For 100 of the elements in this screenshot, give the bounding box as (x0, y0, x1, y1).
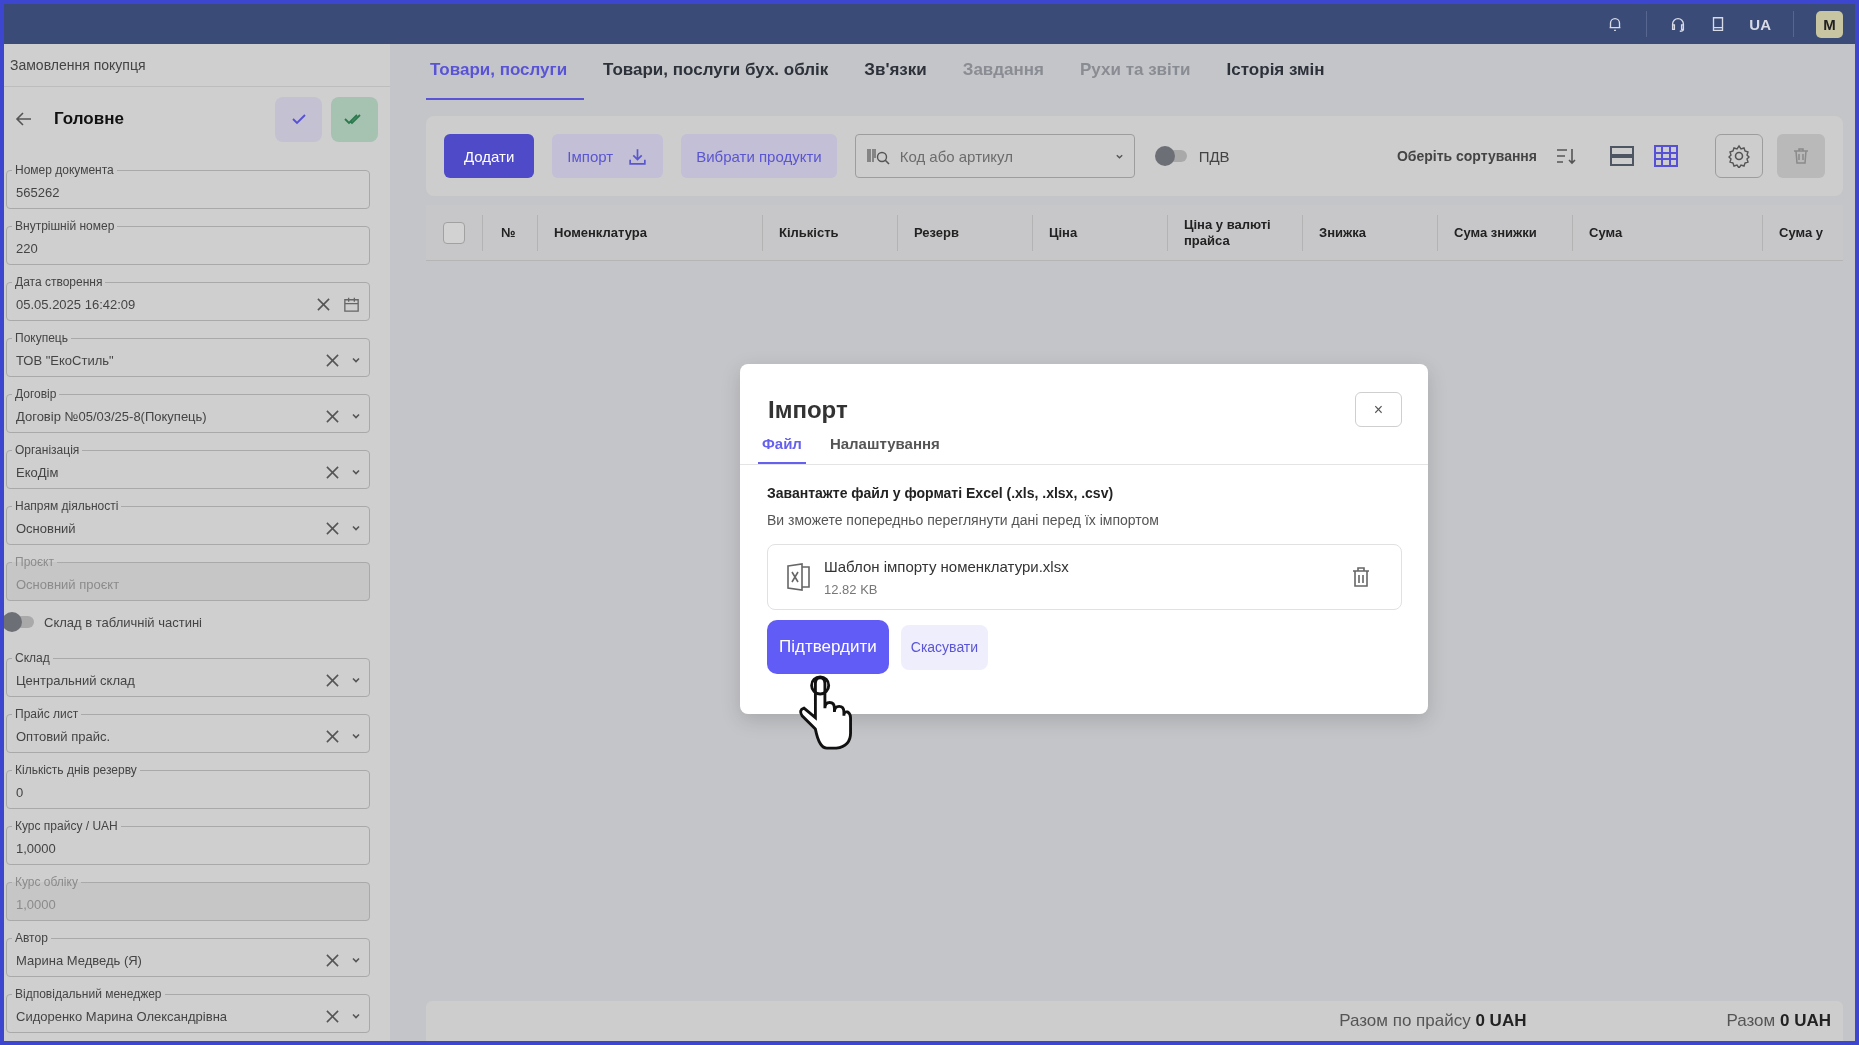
settings-button[interactable] (1715, 134, 1763, 178)
section-title: Головне (54, 109, 124, 129)
select-field[interactable]: Організація ЕкоДім (6, 443, 370, 489)
tab[interactable]: Товари, послуги бух. облік (586, 44, 846, 100)
field-label: Внутрішній номер (14, 219, 116, 233)
total-label: Разом по прайсу (1339, 1011, 1471, 1030)
field-label: Покупець (14, 331, 69, 345)
field-label: Відповідальний менеджер (14, 987, 163, 1001)
field-value: 220 (16, 240, 39, 256)
column-header[interactable]: Номенклатура (554, 224, 647, 241)
total-label: Разом (1726, 1011, 1776, 1030)
field-label: Склад (14, 651, 51, 665)
select-field[interactable]: Склад Центральний склад (6, 651, 370, 697)
chevron-down-icon[interactable] (351, 731, 361, 741)
cancel-button[interactable]: Скасувати (900, 624, 989, 670)
chevron-down-icon[interactable] (351, 411, 361, 421)
field-value: ЕкоДім (16, 464, 60, 480)
field-value: Оптовий прайс. (16, 728, 112, 744)
field-label: Кількість днів резерву (14, 763, 138, 777)
input-field[interactable]: Внутрішній номер 220 (6, 219, 370, 265)
date-field[interactable]: Дата створення 05.05.2025 16:42:09 (6, 275, 370, 321)
field-label: Номер документа (14, 163, 115, 177)
select-field[interactable]: Договір Договір №05/03/25-8(Покупець) (6, 387, 370, 433)
chevron-down-icon[interactable] (351, 955, 361, 965)
input-field[interactable]: Номер документа 565262 (6, 163, 370, 209)
add-button[interactable]: Додати (444, 134, 535, 178)
column-header[interactable]: Ціна у валюті прайса (1184, 216, 1302, 249)
column-header[interactable]: № (501, 224, 516, 241)
tab[interactable]: Товари, послуги (426, 44, 585, 100)
column-header[interactable]: Резерв (914, 224, 960, 241)
field-value: Договір №05/03/25-8(Покупець) (16, 408, 208, 424)
chevron-down-icon[interactable] (351, 523, 361, 533)
breadcrumb[interactable]: Замовлення покупця (10, 57, 146, 73)
select-field[interactable]: Прайс лист Оптовий прайс. (6, 707, 370, 753)
tab[interactable]: Історія змін (1209, 44, 1342, 100)
clear-icon[interactable] (317, 297, 330, 311)
column-header[interactable]: Сума (1589, 224, 1623, 241)
clear-icon[interactable] (326, 953, 339, 967)
search-field[interactable]: Код або артикул (854, 134, 1135, 178)
close-button[interactable]: × (1355, 392, 1402, 427)
tab[interactable]: Зв'язки (847, 44, 944, 100)
dialog-title: Імпорт (768, 395, 848, 424)
settings-icon (1727, 144, 1751, 168)
field-label: Проєкт (14, 555, 55, 569)
confirm-button[interactable]: Підтвердити (767, 620, 889, 674)
toggle-label: ПДВ (1198, 147, 1230, 165)
field-label: Договір (14, 387, 58, 401)
clear-icon[interactable] (326, 409, 339, 423)
column-header[interactable]: Сума знижки (1454, 224, 1537, 241)
field-value: ТОВ "ЕкоСтиль" (16, 352, 115, 368)
clear-icon[interactable] (326, 729, 339, 743)
user-avatar[interactable]: M (1816, 10, 1843, 38)
field-value: 1,0000 (16, 840, 57, 856)
column-header[interactable]: Ціна (1049, 224, 1078, 241)
select-field[interactable]: Напрям діяльності Основний (6, 499, 370, 545)
file-size: 12.82 KB (824, 581, 879, 597)
rows-view-icon[interactable] (1609, 144, 1635, 168)
sort-label[interactable]: Оберіть сортування (1396, 148, 1537, 164)
select-field[interactable]: Покупець ТОВ "ЕкоСтиль" (6, 331, 370, 377)
field-value: Основний (16, 520, 77, 536)
trash-icon[interactable] (1351, 566, 1371, 588)
file-name: Шаблон імпорту номенклатури.xlsx (824, 557, 1070, 575)
toggle-label: Склад в табличній частині (44, 614, 202, 630)
chevron-down-icon[interactable] (351, 467, 361, 477)
clear-icon[interactable] (326, 353, 339, 367)
clear-icon[interactable] (326, 465, 339, 479)
column-header[interactable]: Знижка (1319, 224, 1366, 241)
field-value: 0 (16, 784, 25, 800)
tab[interactable]: Файл (758, 429, 806, 464)
input-field[interactable]: Курс прайсу / UAH 1,0000 (6, 819, 370, 865)
instruction-heading: Завантажте файл у форматі Excel (.xls, .xlsx, .csv) (767, 485, 1115, 501)
tab[interactable]: Налаштування (825, 429, 944, 464)
clear-icon[interactable] (326, 521, 339, 535)
field-value: Центральний склад (16, 672, 136, 688)
select-all-checkbox[interactable] (443, 221, 465, 244)
chevron-down-icon[interactable] (351, 1011, 361, 1021)
column-header[interactable]: Сума у (1779, 224, 1823, 241)
search-input[interactable]: Код або артикул (897, 146, 1109, 166)
field-label: Курс прайсу / UAH (14, 819, 119, 833)
sort-icon[interactable] (1555, 146, 1577, 166)
field-label: Організація (14, 443, 81, 457)
clear-icon[interactable] (326, 673, 339, 687)
field-value: 1,0000 (16, 896, 57, 912)
instruction-text: Ви зможете попередньо переглянути дані перед їх імпортом (767, 512, 1160, 528)
column-header[interactable]: Кількість (779, 224, 839, 241)
input-field[interactable]: Кількість днів резерву 0 (6, 763, 370, 809)
field-label: Курс обліку (14, 875, 79, 889)
spreadsheet-file-icon (786, 563, 812, 591)
total-value: 0 UAH (1475, 1011, 1527, 1030)
save-and-close-button[interactable] (331, 96, 378, 142)
field-label: Автор (14, 931, 49, 945)
barcode-search-icon[interactable] (865, 146, 892, 166)
clear-icon[interactable] (326, 1009, 339, 1023)
field-value: Марина Медведь (Я) (16, 952, 143, 968)
chevron-down-icon[interactable] (351, 675, 361, 685)
chevron-down-icon[interactable] (351, 355, 361, 365)
language-selector[interactable]: UA (1749, 15, 1771, 33)
select-field[interactable]: Автор Марина Медведь (Я) (6, 931, 370, 977)
grid-view-icon[interactable] (1653, 144, 1679, 168)
select-field[interactable]: Відповідальний менеджер Сидоренко Марина Олександрівна (6, 987, 370, 1033)
